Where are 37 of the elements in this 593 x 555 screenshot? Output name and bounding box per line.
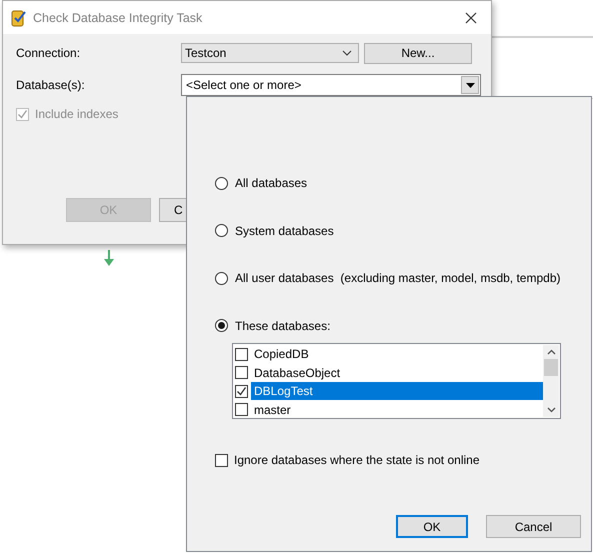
database-list[interactable]: CopiedDB DatabaseObject DBLogTest master xyxy=(232,343,561,419)
window-title: Check Database Integrity Task xyxy=(33,10,204,24)
databases-dropdown[interactable]: <Select one or more> xyxy=(181,74,481,96)
scrollbar[interactable] xyxy=(543,345,559,417)
scrollbar-thumb[interactable] xyxy=(544,359,558,376)
option-label: All user databases (excluding master, model, msdb, tempdb) xyxy=(235,271,560,285)
radio-button[interactable] xyxy=(215,272,228,284)
down-arrow-icon xyxy=(104,250,114,266)
chevron-down-icon xyxy=(342,50,352,56)
new-button[interactable]: New... xyxy=(364,42,472,64)
checkbox[interactable] xyxy=(235,366,248,380)
list-item[interactable]: CopiedDB xyxy=(251,345,543,364)
include-indexes-label: Include indexes xyxy=(35,107,118,121)
option-label: System databases xyxy=(235,224,334,238)
option-label: These databases: xyxy=(235,318,330,332)
radio-button[interactable] xyxy=(215,176,228,190)
ok-button[interactable]: OK xyxy=(396,515,468,538)
list-item[interactable]: master xyxy=(251,400,543,419)
task-icon xyxy=(11,8,27,26)
checkbox[interactable] xyxy=(235,403,248,416)
option-label: All databases xyxy=(235,176,308,190)
connection-label: Connection: xyxy=(16,46,82,60)
checkbox[interactable] xyxy=(235,348,248,361)
databases-label: Database(s): xyxy=(16,78,86,92)
ignore-offline-label: Ignore databases where the state is not online xyxy=(234,453,480,467)
connection-dropdown[interactable]: Testcon xyxy=(181,43,359,63)
caret-down-icon xyxy=(466,82,474,88)
checkbox[interactable] xyxy=(235,384,248,398)
list-item[interactable]: DBLogTest xyxy=(251,382,543,400)
radio-button[interactable] xyxy=(215,224,228,237)
scroll-up-icon[interactable] xyxy=(546,349,556,355)
cancel-button[interactable]: C xyxy=(159,198,187,222)
scroll-down-icon[interactable] xyxy=(546,407,556,413)
list-item[interactable]: DatabaseObject xyxy=(251,364,543,382)
radio-button[interactable] xyxy=(215,319,228,332)
checkbox[interactable] xyxy=(215,454,228,466)
cancel-button[interactable]: Cancel xyxy=(486,515,581,538)
